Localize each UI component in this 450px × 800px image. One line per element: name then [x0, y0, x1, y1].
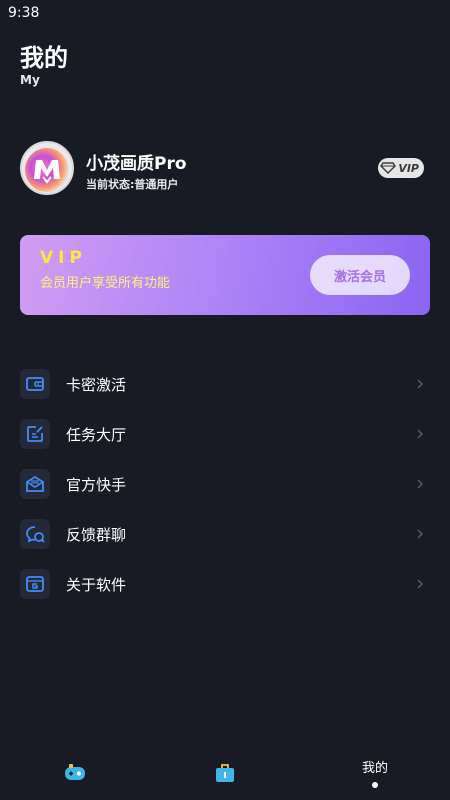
gamepad-icon [65, 763, 85, 780]
bottom-navigation: 我的 [0, 745, 450, 800]
menu-item-official-kuaishou[interactable]: 官方快手 [20, 459, 430, 509]
chevron-right-icon [417, 429, 423, 439]
info-app-icon [26, 576, 44, 592]
active-tab-indicator [372, 782, 378, 788]
username: 小茂画质Pro [86, 154, 187, 174]
activate-membership-button[interactable]: 激活会员 [310, 255, 410, 295]
status-bar-time: 9:38 [8, 5, 40, 21]
chat-bubbles-icon [26, 526, 45, 543]
letter-m-logo-icon [25, 148, 69, 192]
nav-tab-me[interactable]: 我的 [355, 745, 395, 800]
diamond-icon [380, 162, 397, 174]
menu-item-card-activation[interactable]: 卡密激活 [20, 359, 430, 409]
avatar[interactable] [20, 141, 74, 195]
vip-promo-card: VIP 会员用户享受所有功能 激活会员 [20, 235, 430, 315]
chevron-right-icon [417, 379, 423, 389]
vip-description: 会员用户享受所有功能 [40, 276, 171, 291]
edit-note-icon [27, 426, 43, 442]
page-subtitle: My [20, 73, 40, 87]
nav-tab-label: 我的 [361, 761, 388, 776]
membership-status: 当前状态:普通用户 [86, 178, 179, 191]
chevron-right-icon [417, 579, 423, 589]
menu-item-label: 官方快手 [66, 475, 127, 494]
menu-item-feedback-group[interactable]: 反馈群聊 [20, 509, 430, 559]
chevron-right-icon [417, 479, 423, 489]
menu-item-about-software[interactable]: 关于软件 [20, 559, 430, 609]
settings-menu: 卡密激活 任务大厅 官方快手 反馈群聊 关于软件 [20, 359, 430, 609]
nav-tab-games[interactable] [55, 745, 95, 800]
page-title: 我的 [20, 44, 68, 72]
profile-card[interactable]: 小茂画质Pro 当前状态:普通用户 VIP [20, 141, 430, 199]
mail-icon [26, 475, 44, 492]
wallet-icon [26, 377, 44, 391]
menu-item-task-hall[interactable]: 任务大厅 [20, 409, 430, 459]
vip-title: VIP [40, 248, 87, 268]
vip-badge-label: VIP [398, 161, 419, 175]
menu-item-label: 卡密激活 [66, 375, 127, 394]
menu-item-label: 关于软件 [66, 575, 127, 594]
menu-item-label: 任务大厅 [66, 425, 127, 444]
vip-badge: VIP [378, 158, 424, 178]
toolbox-icon [216, 763, 234, 782]
nav-tab-tools[interactable] [205, 745, 245, 800]
menu-item-label: 反馈群聊 [66, 525, 127, 544]
chevron-right-icon [417, 529, 423, 539]
